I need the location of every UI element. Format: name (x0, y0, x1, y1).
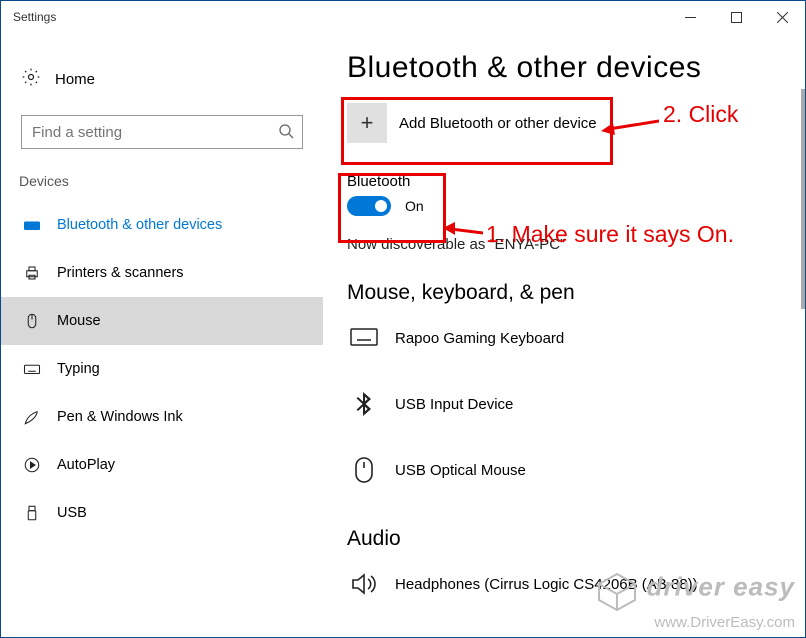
group-title-audio: Audio (347, 527, 805, 551)
sidebar-item-bluetooth[interactable]: Bluetooth & other devices (1, 201, 323, 249)
sidebar-item-label: Typing (57, 361, 100, 377)
gear-icon (21, 67, 41, 91)
bluetooth-state: On (405, 198, 424, 214)
discoverable-status: Now discoverable as “ENYA-PC” (347, 236, 805, 253)
device-label: Headphones (Cirrus Logic CS4206B (AB 88)… (395, 576, 698, 593)
sidebar-item-label: Printers & scanners (57, 265, 184, 281)
mouse-icon (21, 312, 43, 330)
plus-icon: + (347, 103, 387, 143)
speaker-icon (347, 567, 381, 601)
page-title: Bluetooth & other devices (347, 51, 805, 85)
minimize-button[interactable] (667, 1, 713, 33)
toggle-knob (375, 200, 387, 212)
device-row[interactable]: Headphones (Cirrus Logic CS4206B (AB 88)… (347, 567, 805, 601)
device-row[interactable]: USB Input Device (347, 387, 805, 421)
sidebar-item-autoplay[interactable]: AutoPlay (1, 441, 323, 489)
printer-icon (21, 264, 43, 282)
bluetooth-label: Bluetooth (347, 173, 805, 190)
search-icon (278, 123, 294, 142)
sidebar: Home Devices Bluetooth & other devices P… (1, 33, 323, 637)
home-nav[interactable]: Home (1, 57, 323, 101)
device-row[interactable]: USB Optical Mouse (347, 453, 805, 487)
search-box[interactable] (21, 115, 303, 149)
window-title: Settings (13, 10, 56, 24)
home-label: Home (55, 71, 95, 88)
sidebar-item-usb[interactable]: USB (1, 489, 323, 537)
sidebar-item-mouse[interactable]: Mouse (1, 297, 323, 345)
autoplay-icon (21, 456, 43, 474)
close-button[interactable] (759, 1, 805, 33)
mouse-icon (347, 453, 381, 487)
device-label: Rapoo Gaming Keyboard (395, 330, 564, 347)
bluetooth-devices-icon (21, 216, 43, 234)
keyboard-icon (21, 360, 43, 378)
sidebar-item-label: USB (57, 505, 87, 521)
bluetooth-icon (347, 387, 381, 421)
sidebar-item-printers[interactable]: Printers & scanners (1, 249, 323, 297)
search-input[interactable] (32, 124, 278, 141)
add-device-label: Add Bluetooth or other device (399, 115, 597, 132)
device-label: USB Input Device (395, 396, 513, 413)
device-label: USB Optical Mouse (395, 462, 526, 479)
pen-icon (21, 408, 43, 426)
group-title-mkp: Mouse, keyboard, & pen (347, 281, 805, 305)
maximize-button[interactable] (713, 1, 759, 33)
sidebar-item-typing[interactable]: Typing (1, 345, 323, 393)
sidebar-item-label: Pen & Windows Ink (57, 409, 183, 425)
sidebar-item-label: AutoPlay (57, 457, 115, 473)
usb-icon (21, 504, 43, 522)
section-label: Devices (1, 173, 323, 189)
keyboard-icon (347, 321, 381, 355)
bluetooth-toggle[interactable] (347, 196, 391, 216)
sidebar-item-label: Mouse (57, 313, 101, 329)
main-panel: Bluetooth & other devices + Add Bluetoot… (323, 33, 805, 637)
sidebar-item-pen[interactable]: Pen & Windows Ink (1, 393, 323, 441)
device-row[interactable]: Rapoo Gaming Keyboard (347, 321, 805, 355)
scrollbar[interactable] (801, 89, 805, 309)
title-bar: Settings (1, 1, 805, 33)
sidebar-item-label: Bluetooth & other devices (57, 217, 222, 233)
add-device-button[interactable]: + Add Bluetooth or other device (347, 103, 805, 143)
